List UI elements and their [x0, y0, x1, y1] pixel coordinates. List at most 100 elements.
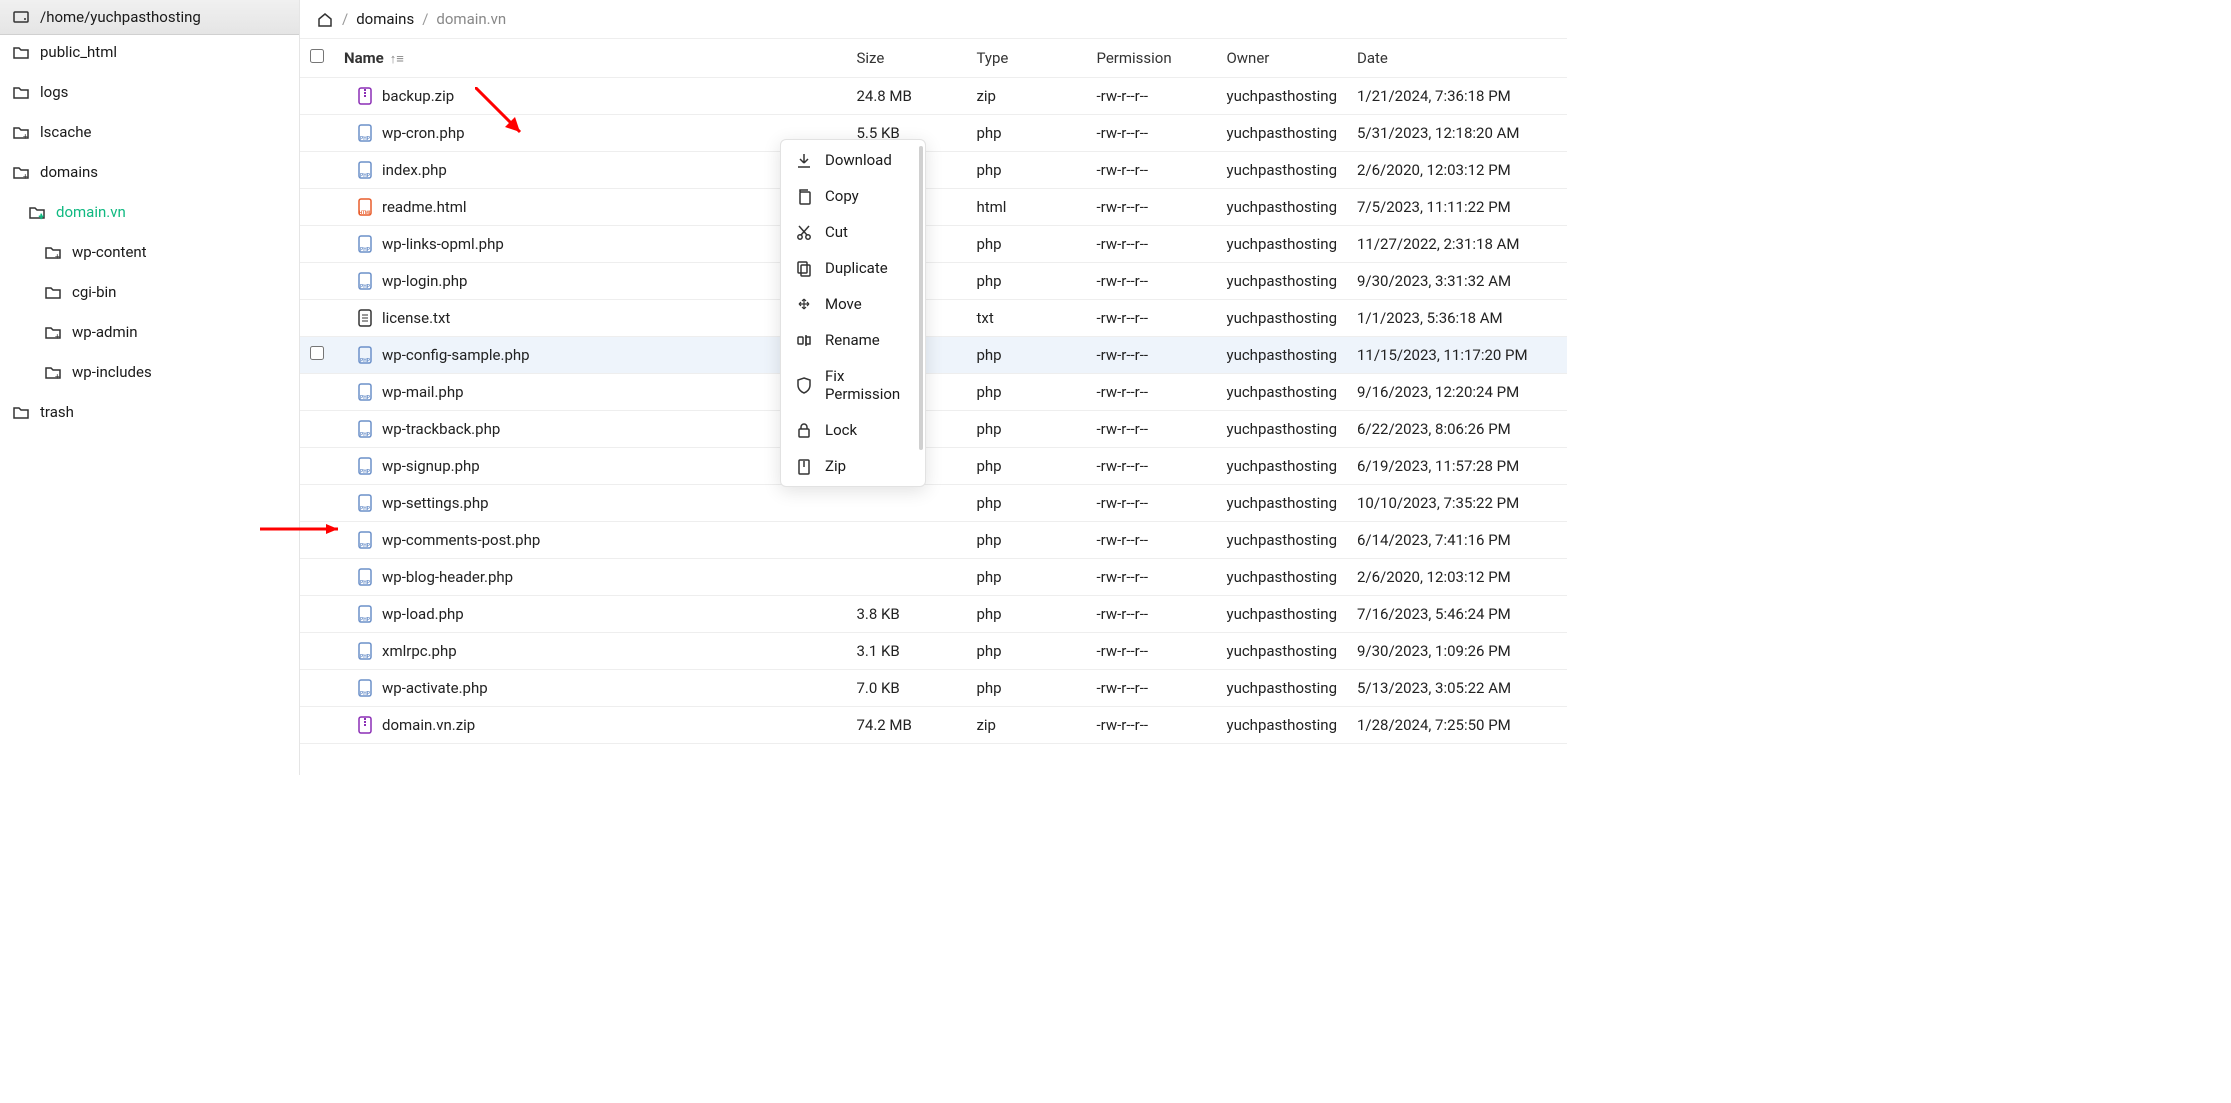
table-row[interactable]: wp-blog-header.phpphp-rw-r--r--yuchpasth… — [300, 559, 1567, 596]
col-header-size[interactable]: Size — [846, 39, 966, 78]
file-date: 7/5/2023, 11:11:22 PM — [1347, 189, 1567, 226]
sidebar-item-domain-vn[interactable]: domain.vn — [0, 195, 299, 229]
ctx-lock[interactable]: Lock — [781, 412, 925, 448]
col-header-name[interactable]: Name↑≡ — [334, 39, 846, 78]
ctx-download[interactable]: Download — [781, 142, 925, 178]
folder-plus-icon — [12, 163, 30, 181]
folder-plus-icon — [12, 123, 30, 141]
file-type: php — [966, 226, 1086, 263]
folder-plus-icon — [44, 363, 62, 381]
file-date: 6/19/2023, 11:57:28 PM — [1347, 448, 1567, 485]
file-owner: yuchpasthosting — [1216, 78, 1347, 115]
table-row[interactable]: wp-links-opml.phpphp-rw-r--r--yuchpastho… — [300, 226, 1567, 263]
col-header-type[interactable]: Type — [966, 39, 1086, 78]
file-owner: yuchpasthosting — [1216, 337, 1347, 374]
table-row[interactable]: wp-load.php3.8 KBphp-rw-r--r--yuchpastho… — [300, 596, 1567, 633]
file-permission: -rw-r--r-- — [1086, 374, 1216, 411]
file-php-icon — [356, 418, 374, 440]
disk-icon — [12, 8, 30, 26]
ctx-duplicate[interactable]: Duplicate — [781, 250, 925, 286]
ctx-item-label: Download — [825, 151, 892, 169]
sidebar-item-label: wp-admin — [72, 323, 138, 341]
file-owner: yuchpasthosting — [1216, 115, 1347, 152]
table-row[interactable]: wp-comments-post.phpphp-rw-r--r--yuchpas… — [300, 522, 1567, 559]
file-name: wp-links-opml.php — [382, 235, 504, 253]
ctx-item-label: Zip — [825, 457, 846, 475]
table-row[interactable]: license.txttxt-rw-r--r--yuchpasthosting1… — [300, 300, 1567, 337]
file-name: readme.html — [382, 198, 467, 216]
file-owner: yuchpasthosting — [1216, 485, 1347, 522]
file-date: 6/22/2023, 8:06:26 PM — [1347, 411, 1567, 448]
col-header-date[interactable]: Date — [1347, 39, 1567, 78]
table-row[interactable]: index.php405 Bytesphp-rw-r--r--yuchpasth… — [300, 152, 1567, 189]
ctx-item-label: Fix Permission — [825, 367, 911, 403]
table-row[interactable]: wp-mail.phpphp-rw-r--r--yuchpasthosting9… — [300, 374, 1567, 411]
ctx-move[interactable]: Move — [781, 286, 925, 322]
sidebar-item-logs[interactable]: logs — [0, 75, 299, 109]
file-owner: yuchpasthosting — [1216, 670, 1347, 707]
file-size: 3.8 KB — [846, 596, 966, 633]
file-php-icon — [356, 122, 374, 144]
row-checkbox[interactable] — [310, 346, 324, 360]
file-permission: -rw-r--r-- — [1086, 226, 1216, 263]
file-php-icon — [356, 344, 374, 366]
file-date: 9/30/2023, 1:09:26 PM — [1347, 633, 1567, 670]
file-permission: -rw-r--r-- — [1086, 189, 1216, 226]
sidebar-item-label: domain.vn — [56, 203, 126, 221]
file-name: backup.zip — [382, 87, 454, 105]
sidebar-item-wp-content[interactable]: wp-content — [0, 235, 299, 269]
sidebar-item-trash[interactable]: trash — [0, 395, 299, 429]
table-row[interactable]: wp-config-sample.phpphp-rw-r--r--yuchpas… — [300, 337, 1567, 374]
sidebar-item-wp-admin[interactable]: wp-admin — [0, 315, 299, 349]
ctx-fix-permission[interactable]: Fix Permission — [781, 358, 925, 412]
sidebar-item-label: wp-content — [72, 243, 147, 261]
file-type: php — [966, 411, 1086, 448]
table-row[interactable]: wp-cron.php5.5 KBphp-rw-r--r--yuchpastho… — [300, 115, 1567, 152]
ctx-rename[interactable]: Rename — [781, 322, 925, 358]
file-type: php — [966, 633, 1086, 670]
select-all-checkbox[interactable] — [310, 49, 324, 63]
table-row[interactable]: wp-activate.php7.0 KBphp-rw-r--r--yuchpa… — [300, 670, 1567, 707]
table-row[interactable]: wp-signup.phpphp-rw-r--r--yuchpasthostin… — [300, 448, 1567, 485]
ctx-cut[interactable]: Cut — [781, 214, 925, 250]
file-date: 11/15/2023, 11:17:20 PM — [1347, 337, 1567, 374]
table-row[interactable]: wp-settings.phpphp-rw-r--r--yuchpasthost… — [300, 485, 1567, 522]
ctx-zip[interactable]: Zip — [781, 448, 925, 484]
table-row[interactable]: domain.vn.zip74.2 MBzip-rw-r--r--yuchpas… — [300, 707, 1567, 744]
file-owner: yuchpasthosting — [1216, 522, 1347, 559]
sidebar-item-public-html[interactable]: public_html — [0, 35, 299, 69]
sidebar-item-domains[interactable]: domains — [0, 155, 299, 189]
table-row[interactable]: readme.htmlhtml-rw-r--r--yuchpasthosting… — [300, 189, 1567, 226]
download-icon — [795, 151, 813, 169]
home-icon[interactable] — [316, 10, 334, 28]
sidebar-item-cgi-bin[interactable]: cgi-bin — [0, 275, 299, 309]
file-type: php — [966, 448, 1086, 485]
sidebar-item-label: lscache — [40, 123, 91, 141]
folder-icon — [12, 83, 30, 101]
sidebar-root-path[interactable]: /home/yuchpasthosting — [0, 0, 299, 35]
file-name: wp-settings.php — [382, 494, 489, 512]
sidebar-item-lscache[interactable]: lscache — [0, 115, 299, 149]
context-menu-scrollbar[interactable] — [919, 146, 923, 450]
table-row[interactable]: wp-trackback.phpphp-rw-r--r--yuchpasthos… — [300, 411, 1567, 448]
sidebar-item-wp-includes[interactable]: wp-includes — [0, 355, 299, 389]
file-type: php — [966, 152, 1086, 189]
ctx-copy[interactable]: Copy — [781, 178, 925, 214]
col-header-owner[interactable]: Owner — [1216, 39, 1347, 78]
file-type: zip — [966, 78, 1086, 115]
file-name: wp-mail.php — [382, 383, 464, 401]
table-row[interactable]: wp-login.phpphp-rw-r--r--yuchpasthosting… — [300, 263, 1567, 300]
file-permission: -rw-r--r-- — [1086, 633, 1216, 670]
col-header-permission[interactable]: Permission — [1086, 39, 1216, 78]
file-owner: yuchpasthosting — [1216, 596, 1347, 633]
table-row[interactable]: backup.zip24.8 MBzip-rw-r--r--yuchpastho… — [300, 78, 1567, 115]
folder-plus-icon — [44, 323, 62, 341]
file-name: wp-signup.php — [382, 457, 480, 475]
file-name: wp-comments-post.php — [382, 531, 540, 549]
sidebar: /home/yuchpasthosting public_htmllogs lsc… — [0, 0, 300, 775]
move-icon — [795, 295, 813, 313]
context-menu: Download Copy CutDuplicateMoveRename Fix Pe… — [780, 139, 926, 487]
breadcrumb-part-domains[interactable]: domains — [356, 10, 414, 28]
ctx-item-label: Copy — [825, 187, 859, 205]
table-row[interactable]: xmlrpc.php3.1 KBphp-rw-r--r--yuchpasthos… — [300, 633, 1567, 670]
